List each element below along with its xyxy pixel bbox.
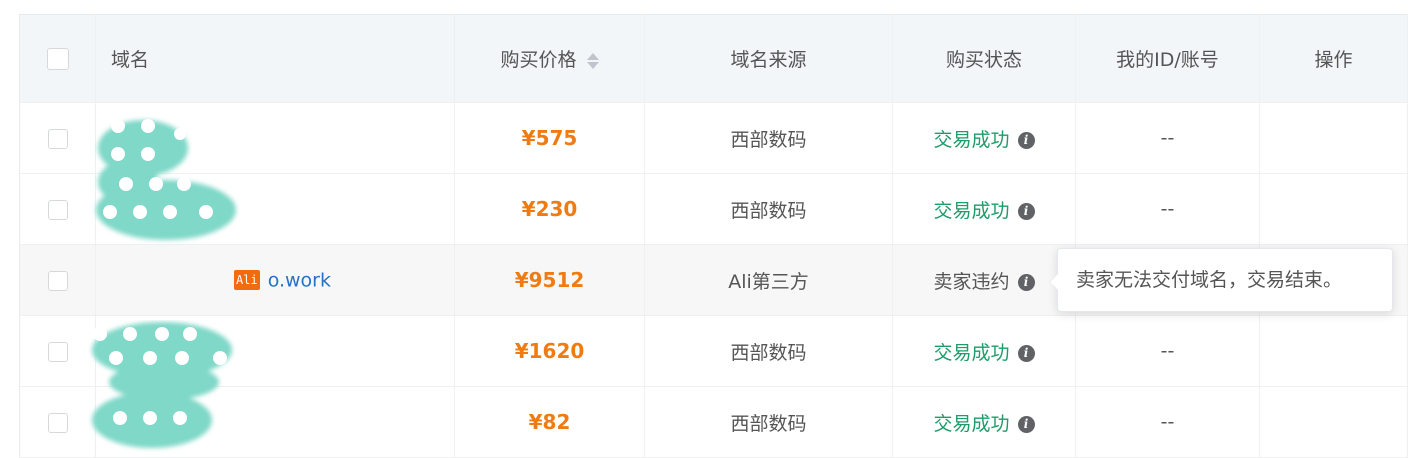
domain-cell: Ali o.work: [95, 244, 455, 316]
account-cell: --: [1075, 102, 1260, 174]
status-text: 交易成功: [933, 412, 1010, 435]
ali-badge: Ali: [234, 270, 260, 291]
price-value: ¥82: [528, 410, 571, 434]
header-source: 域名来源: [644, 14, 893, 103]
tooltip-arrow: [1049, 273, 1058, 291]
header-select-cell: [19, 14, 96, 103]
status-text: 交易成功: [933, 128, 1010, 151]
header-domain: 域名: [95, 14, 455, 103]
action-cell: [1259, 386, 1408, 458]
account-cell: --: [1075, 386, 1260, 458]
status-cell: 交易成功 i: [892, 102, 1076, 174]
status-cell: 交易成功 i: [892, 315, 1076, 387]
row-checkbox[interactable]: [47, 128, 68, 149]
account-cell: --: [1075, 315, 1260, 387]
price-value: ¥1620: [514, 339, 585, 363]
action-cell: [1259, 102, 1408, 174]
status-cell: 交易成功 i: [892, 173, 1076, 245]
row-checkbox[interactable]: [47, 412, 68, 433]
header-price[interactable]: 购买价格: [454, 14, 645, 103]
status-cell: 交易成功 i: [892, 386, 1076, 458]
row-checkbox[interactable]: [47, 270, 68, 291]
header-account: 我的ID/账号: [1075, 14, 1260, 103]
status-text: 交易成功: [933, 199, 1010, 222]
source-cell: 西部数码: [644, 102, 893, 174]
account-cell: --: [1075, 173, 1260, 245]
tooltip-text: 卖家无法交付域名，交易结束。: [1076, 269, 1343, 291]
sort-icon[interactable]: [586, 52, 599, 70]
source-cell: 西部数码: [644, 386, 893, 458]
info-icon[interactable]: i: [1017, 202, 1035, 220]
header-price-label: 购买价格: [500, 49, 577, 71]
row-select-cell: [19, 102, 96, 174]
status-text: 交易成功: [933, 341, 1010, 364]
header-status: 购买状态: [892, 14, 1076, 103]
price-value: ¥9512: [514, 268, 585, 292]
price-value: ¥230: [521, 197, 578, 221]
row-select-cell: [19, 244, 96, 316]
info-icon[interactable]: i: [1017, 415, 1035, 433]
action-cell: [1259, 173, 1408, 245]
info-icon[interactable]: i: [1017, 131, 1035, 149]
price-cell: ¥1620: [454, 315, 645, 387]
info-icon[interactable]: i: [1017, 273, 1035, 291]
row-checkbox[interactable]: [47, 341, 68, 362]
source-cell: 西部数码: [644, 173, 893, 245]
row-select-cell: [19, 173, 96, 245]
select-all-checkbox[interactable]: [46, 47, 69, 70]
info-icon[interactable]: i: [1017, 344, 1035, 362]
price-cell: ¥230: [454, 173, 645, 245]
price-cell: ¥9512: [454, 244, 645, 316]
source-cell: Ali第三方: [644, 244, 893, 316]
action-cell: [1259, 315, 1408, 387]
price-cell: ¥575: [454, 102, 645, 174]
status-text: 卖家违约: [933, 270, 1010, 293]
price-cell: ¥82: [454, 386, 645, 458]
row-checkbox[interactable]: [47, 199, 68, 220]
source-cell: 西部数码: [644, 315, 893, 387]
status-tooltip: 卖家无法交付域名，交易结束。: [1049, 248, 1393, 312]
price-value: ¥575: [521, 126, 578, 150]
table-header-row: 域名 购买价格 域名来源 购买状态 我的ID/账号 操作: [19, 14, 1408, 103]
redaction-blob: [96, 119, 236, 240]
redaction-blob: [92, 322, 232, 448]
domain-link[interactable]: o.work: [268, 269, 331, 291]
header-action: 操作: [1259, 14, 1408, 103]
